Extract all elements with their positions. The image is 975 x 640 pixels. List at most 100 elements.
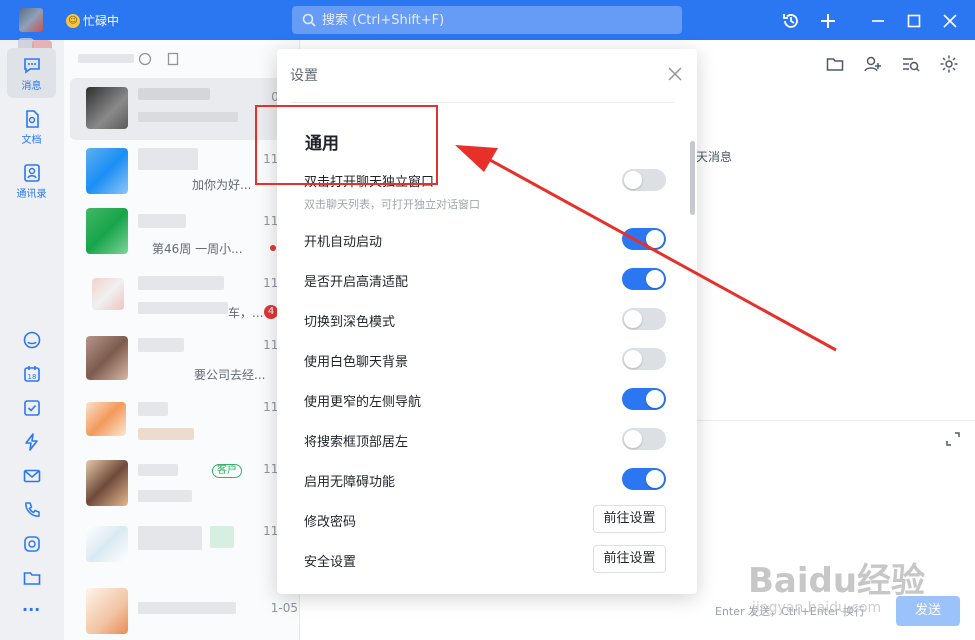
status-selector[interactable]: ☺ 忙碌中 [66,12,119,29]
contacts-icon [23,163,40,182]
customer-tag: 客户 [212,464,242,478]
svg-text:18: 18 [28,373,37,381]
busy-status-icon: ☺ [66,13,80,28]
nav-documents[interactable]: 文档 [7,102,56,152]
status-label: 忙碌中 [83,14,120,28]
blurred-snippet [138,428,194,440]
cloud-icon[interactable] [22,330,42,350]
toggle-hd-adapt[interactable] [622,268,666,290]
filter-icon[interactable] [138,52,152,66]
blurred-snippet [138,490,192,502]
minimize-icon[interactable] [865,8,891,34]
setting-description: 双击聊天列表，可打开独立对话窗口 [304,198,480,211]
conversation-avatar [86,87,128,129]
blurred-name [138,276,224,290]
nav-contacts[interactable]: 通讯录 [7,156,56,206]
folder-icon[interactable] [825,54,845,74]
title-bar: ☺ 忙碌中 [0,0,975,40]
conversation-snippet: 第46周 一周小... [152,242,243,256]
conversation-snippet: 车，... [228,306,264,320]
conversation-item[interactable]: 客户 11-05 [70,450,298,512]
blurred-snippet [138,302,228,314]
document-icon [25,109,39,128]
conversation-item[interactable]: 第46周 一周小... 11-12 [70,202,298,264]
watermark-logo: Baidu经验 [748,553,925,602]
toggle-narrow-nav[interactable] [622,388,666,410]
unread-badge: 4 [264,305,278,319]
conversation-item[interactable]: 要公司去经... 11-08 [70,326,298,388]
settings-gear-icon[interactable] [939,54,959,74]
toggle-search-left[interactable] [622,428,666,450]
lightning-icon[interactable] [22,432,42,452]
more-icon[interactable]: ··· [22,600,40,619]
toggle-white-chat-bg[interactable] [622,348,666,370]
conversation-avatar [86,148,128,194]
search-input[interactable] [322,12,662,28]
conversation-time: 1-05 [270,601,298,615]
nav-messages[interactable]: 消息 [7,48,56,98]
blurred-header [78,54,134,63]
nav-label-messages: 消息 [21,80,42,92]
change-password-button[interactable]: 前往设置 [593,505,666,533]
note-icon[interactable] [166,52,180,66]
dialog-scrollbar[interactable] [690,141,695,215]
search-history-icon[interactable] [901,54,921,74]
unread-dot [270,245,276,251]
conversation-item[interactable]: 1-05 [70,574,298,636]
conversation-avatar [86,588,128,634]
toggle-double-click-window[interactable] [622,169,666,191]
setting-label: 修改密码 [304,515,357,530]
annotation-highlight-box [255,105,438,185]
setting-label: 使用更窄的左侧导航 [304,395,422,410]
phone-icon[interactable] [22,500,42,520]
conversation-avatar [92,278,124,310]
blurred-name [138,526,202,550]
task-check-icon[interactable] [22,398,42,418]
expand-icon[interactable] [946,432,960,446]
conversation-item[interactable]: 车，... 11-11 4 [70,264,298,326]
setting-label: 是否开启高清适配 [304,275,409,290]
conversation-snippet: 加你为好... [192,178,252,192]
background-text: 天消息 [696,150,733,164]
conversation-list-header [64,40,300,78]
blurred-name [138,148,198,170]
close-window-icon[interactable] [937,8,963,34]
setting-label: 开机自动启动 [304,235,383,250]
search-box[interactable] [292,6,682,34]
left-navigation: 消息 文档 通讯录 18 ··· [0,38,64,640]
history-icon[interactable] [778,8,804,34]
blurred-mark [210,526,234,548]
security-settings-button[interactable]: 前往设置 [593,545,666,573]
conversation-item[interactable]: 11-08 [70,388,298,450]
conversation-item[interactable]: 11-05 [70,512,298,574]
blurred-name [138,338,184,352]
nav-label-contacts: 通讯录 [16,188,47,200]
add-icon[interactable] [815,8,841,34]
blurred-name [138,214,186,228]
add-member-icon[interactable] [863,54,883,74]
dialog-divider [290,102,674,103]
setting-label: 安全设置 [304,555,357,570]
toggle-auto-start[interactable] [622,228,666,250]
search-icon [302,13,316,27]
blurred-name [138,602,236,614]
toggle-dark-mode[interactable] [622,308,666,330]
dialog-title: 设置 [290,68,318,84]
conversation-avatar [86,336,128,380]
mail-icon[interactable] [22,466,42,486]
folder-icon[interactable] [22,568,42,588]
maximize-icon[interactable] [901,8,927,34]
user-avatar[interactable] [19,8,43,32]
conversation-snippet: 要公司去经... [194,368,266,382]
setting-label: 使用白色聊天背景 [304,355,409,370]
setting-label: 将搜索框顶部居左 [304,435,409,450]
watermark-url: jingyan.baidu.com [752,600,882,616]
blurred-name [138,88,210,100]
close-icon[interactable] [667,66,683,82]
calendar-icon[interactable]: 18 [22,364,42,384]
blurred-name [138,402,168,416]
app-square-icon[interactable] [22,534,42,554]
toggle-accessibility[interactable] [622,468,666,490]
setting-label: 切换到深色模式 [304,315,396,330]
watermark-text: Baidu经验 [748,561,926,601]
